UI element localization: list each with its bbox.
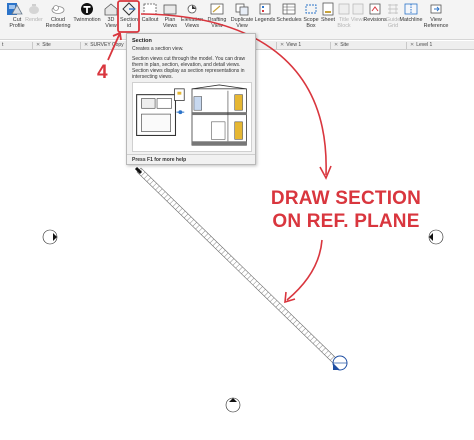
step-number-annotation: 4 [97,62,108,83]
tooltip-illustration [132,82,252,152]
guide-grid-button[interactable]: Guide Grid [386,2,400,38]
tab-level-1[interactable]: ✕ Level 1 [410,42,432,49]
plan-views-icon [163,4,177,15]
teapot-icon [29,4,39,14]
legends-button[interactable]: Legends [255,2,275,38]
callout-icon [143,3,157,15]
instruction-callout: DRAW SECTION ON REF. PLANE [246,187,446,233]
title-block-button[interactable]: Title Block [337,2,351,38]
revisions-button[interactable]: Revisions [363,2,387,38]
curved-arrow-top-head [319,165,332,180]
cloud-icon [51,5,65,14]
duplicate-view-icon [235,3,249,16]
tab-separator [80,42,81,49]
scope-box-button[interactable]: Scope Box [302,2,320,38]
callout-line-2: ON REF. PLANE [272,211,420,232]
tab-separator [406,42,407,49]
section-icon [122,2,136,16]
twinmotion-icon [81,3,93,15]
tab-view-1[interactable]: ✕ View 1 [280,42,301,49]
tab-close-icon[interactable]: ✕ [334,42,338,48]
view-reference-icon [430,4,442,14]
house-3d-icon [104,3,118,16]
tab-separator [32,42,33,49]
view-reference-button[interactable]: View Reference [423,2,449,38]
matchline-button[interactable]: Matchline [399,2,423,38]
render-button[interactable]: Render [25,2,43,38]
legends-icon [259,3,271,15]
section-view-illustration [191,84,247,146]
matchline-icon [404,3,418,15]
elevation-marker-bottom[interactable] [225,397,241,413]
curved-arrow-bottom-head [284,291,296,304]
tab-separator [276,42,277,49]
tab-close-icon[interactable]: ✕ [36,42,40,48]
floor-plan-illustration [136,88,185,136]
3d-view-button[interactable]: 3D View [103,2,119,38]
tab-separator [330,42,331,49]
cloud-rendering-button[interactable]: Cloud Rendering [45,2,71,38]
tooltip-summary: Creates a section view. [132,46,184,52]
tab-survey-copy[interactable]: ✕ SURVEY Copy [84,42,124,49]
twinmotion-button[interactable]: Twinmotion [73,2,101,38]
callout-line-1: DRAW SECTION [270,188,422,209]
section-start-marker[interactable] [134,166,143,175]
elevation-icon [187,4,197,14]
tab-site[interactable]: ✕ Site [36,42,51,49]
tab-close-icon[interactable]: ✕ [280,42,284,48]
tab-site-2[interactable]: ✕ Site [334,42,349,49]
sheet-button[interactable]: Sheet [320,2,336,38]
tab-close-icon[interactable]: ✕ [84,42,88,48]
cut-profile-icon [11,4,23,15]
tooltip-help-text: Press F1 for more help [127,154,255,165]
schedules-icon [282,3,296,15]
sheet-icon [322,2,334,16]
tooltip-description: Section views cut through the model. You… [132,56,246,80]
schedules-button[interactable]: Schedules [276,2,302,38]
elevation-marker-left[interactable] [42,229,58,245]
section-head-marker[interactable] [332,355,348,371]
scope-box-icon [305,4,317,14]
tab-unnamed[interactable]: t [2,42,3,49]
tooltip-title: Section [132,38,152,44]
revisions-icon [369,3,381,15]
curved-arrow-bottom [286,239,323,301]
drafting-view-icon [210,3,224,15]
section-tooltip: Section Creates a section view. Section … [126,33,256,165]
tab-close-icon[interactable]: ✕ [410,42,414,48]
